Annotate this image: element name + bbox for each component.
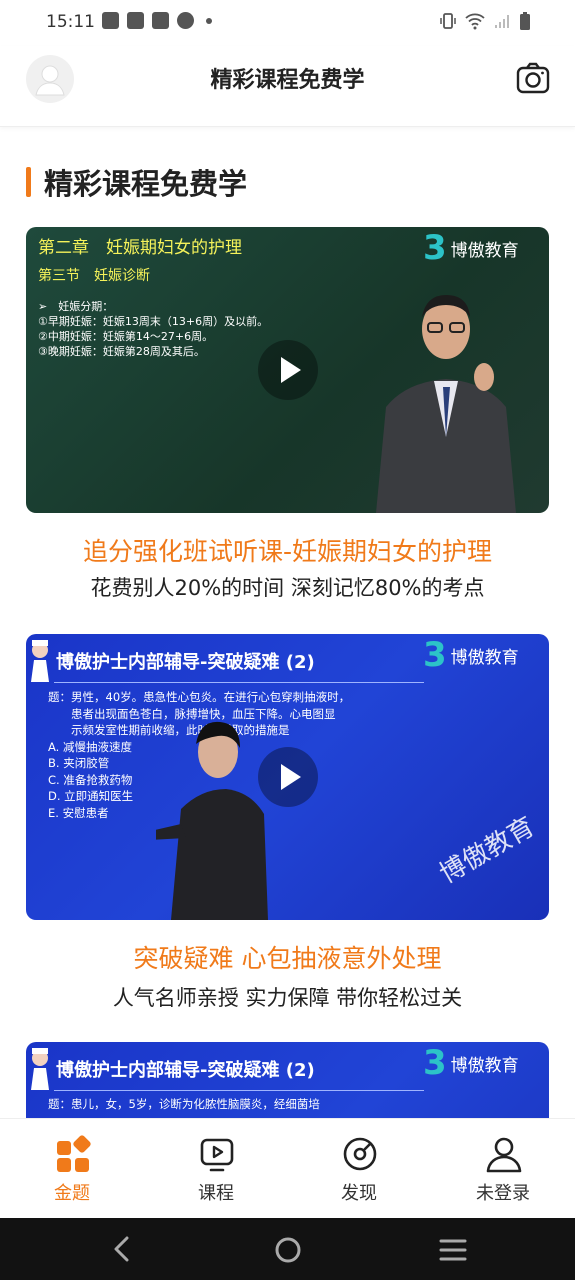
- watermark: 博傲教育: [434, 811, 540, 890]
- grid-icon: [57, 1135, 91, 1172]
- play-button[interactable]: [258, 747, 318, 807]
- camera-button[interactable]: [516, 62, 550, 98]
- notification-icons: [102, 12, 212, 29]
- slide-text: ➢ 妊娠分期： ①早期妊娠：妊娠13周末（13+6周）及以前。 ②中期妊娠：妊娠…: [38, 300, 269, 358]
- course-title[interactable]: 追分强化班试听课-妊娠期妇女的护理: [26, 532, 549, 568]
- logo-text: 博傲教育: [450, 240, 519, 261]
- course-subtitle: 人气名师亲授 实力保障 带你轻松过关: [112, 986, 463, 1010]
- nav-item-courses[interactable]: 课程: [166, 1119, 266, 1219]
- app-header: 精彩课程免费学: [0, 46, 575, 127]
- section-heading: 精彩课程免费学: [26, 164, 248, 201]
- more-notifications-dot: [206, 17, 212, 24]
- course-card[interactable]: 博傲护士内部辅导-突破疑难 (2) 题：男性，40岁。患急性心包炎。在进行心包穿…: [26, 634, 549, 1014]
- course-card[interactable]: 博傲护士内部辅导-突破疑难 (2) 题：患儿，女，5岁，诊断为化脓性脑膜炎，经细…: [26, 1042, 549, 1118]
- signal-icon: [495, 15, 509, 28]
- logo-mark-icon: 3: [423, 1043, 447, 1083]
- nurse-icon: [31, 1048, 49, 1090]
- section-title: 精彩课程免费学: [44, 167, 248, 201]
- back-icon[interactable]: [110, 1236, 134, 1262]
- notification-bag-icon: [152, 12, 169, 29]
- nav-item-discover[interactable]: 发现: [309, 1119, 409, 1219]
- status-time: 15:11: [46, 12, 95, 32]
- wifi-icon: [465, 13, 485, 30]
- nav-item-questions[interactable]: 金题: [22, 1119, 122, 1219]
- user-icon: [486, 1137, 522, 1173]
- course-thumbnail[interactable]: 第二章 妊娠期妇女的护理 第三节 妊娠诊断 ➢ 妊娠分期： ①早期妊娠：妊娠13…: [26, 227, 549, 513]
- slide-divider: [54, 682, 424, 683]
- nav-label: 发现: [341, 1183, 377, 1204]
- logo-text: 博傲教育: [450, 647, 519, 668]
- camera-icon: [516, 62, 550, 94]
- slide-section: 第三节 妊娠诊断: [38, 268, 150, 284]
- nav-label: 金题: [54, 1183, 90, 1204]
- page-title: 精彩课程免费学: [210, 68, 365, 93]
- course-subtitle: 花费别人20%的时间 深刻记忆80%的考点: [90, 576, 485, 600]
- play-button[interactable]: [258, 340, 318, 400]
- section-accent-bar: [26, 167, 31, 197]
- logo-mark-icon: 3: [423, 228, 447, 268]
- home-icon[interactable]: [274, 1236, 302, 1264]
- course-title[interactable]: 突破疑难 心包抽液意外处理: [26, 939, 549, 975]
- course-thumbnail[interactable]: 博傲护士内部辅导-突破疑难 (2) 题：男性，40岁。患急性心包炎。在进行心包穿…: [26, 634, 549, 920]
- slide-divider: [54, 1090, 424, 1091]
- bottom-nav: 金题 课程 发现 未登录: [0, 1118, 575, 1219]
- slide-heading: 博傲护士内部辅导-突破疑难 (2): [56, 1060, 315, 1081]
- discover-icon: [343, 1137, 377, 1171]
- slide-text: 题：患儿，女，5岁，诊断为化脓性脑膜炎，经细菌培: [48, 1097, 320, 1111]
- video-icon: [200, 1138, 234, 1172]
- brand-logo: 3 博傲教育: [423, 231, 545, 265]
- presenter-figure: [156, 721, 268, 920]
- notification-compass-icon: [177, 12, 194, 29]
- system-icons: [439, 11, 531, 31]
- vibrate-icon: [440, 13, 456, 29]
- logo-text: 博傲教育: [450, 1055, 519, 1076]
- slide-chapter: 第二章 妊娠期妇女的护理: [38, 238, 242, 258]
- brand-logo: 3 博傲教育: [423, 638, 545, 672]
- nav-label: 课程: [198, 1183, 234, 1204]
- nav-label: 未登录: [476, 1183, 530, 1204]
- recents-icon[interactable]: [439, 1238, 467, 1262]
- system-nav-bar: [0, 1218, 575, 1280]
- brand-logo: 3 博傲教育: [423, 1046, 545, 1080]
- status-bar: 15:11: [0, 0, 575, 46]
- slide-heading: 博傲护士内部辅导-突破疑难 (2): [56, 652, 315, 673]
- course-thumbnail[interactable]: 博傲护士内部辅导-突破疑难 (2) 题：患儿，女，5岁，诊断为化脓性脑膜炎，经细…: [26, 1042, 549, 1118]
- course-card[interactable]: 第二章 妊娠期妇女的护理 第三节 妊娠诊断 ➢ 妊娠分期： ①早期妊娠：妊娠13…: [26, 227, 549, 607]
- notification-bag-icon: [127, 12, 144, 29]
- nurse-icon: [31, 640, 49, 682]
- presenter-figure: [376, 295, 516, 513]
- nav-item-profile[interactable]: 未登录: [453, 1119, 553, 1219]
- notification-bag-icon: [102, 12, 119, 29]
- logo-mark-icon: 3: [423, 635, 447, 675]
- battery-icon: [520, 12, 530, 30]
